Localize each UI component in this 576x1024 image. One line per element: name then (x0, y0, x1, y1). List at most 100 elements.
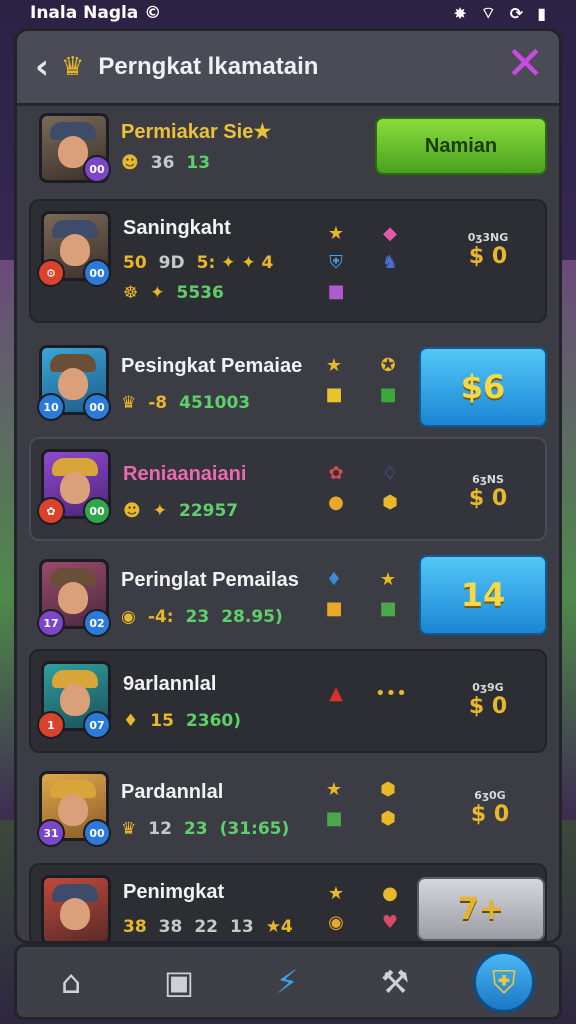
player-stats: ☻ ✦ 22957 (123, 501, 239, 521)
status-bar: Inala Nagla © ✸ ⌔ ⟳ ▮ (0, 0, 576, 26)
list-item[interactable]: 1 07 9arlannlal ♦ 15 2360) ▲ ••• 0ʒ9G $ … (29, 649, 547, 753)
reward-display: 0ʒ3NG $ 0 (467, 231, 509, 269)
coin-icon: ◉ (328, 912, 344, 933)
coin-icon: ● (382, 883, 398, 904)
crown-icon: ♛ (121, 819, 137, 839)
player-name: Penimgkat (123, 881, 225, 903)
reward-display: 6ʒNS $ 0 (468, 473, 508, 511)
gold-box-icon: ■ (325, 598, 343, 619)
close-icon[interactable]: ✕ (503, 40, 547, 87)
back-arrow-icon[interactable]: ‹ (23, 47, 61, 87)
player-stats: ♛ -8 451003 (121, 393, 251, 413)
reward-button[interactable]: 14 (419, 555, 547, 635)
list-item[interactable]: ✿ 00 Reniaanaiani ☻ ✦ 22957 ✿ ♢ ● ⬢ 6ʒNS… (29, 437, 547, 541)
player-stats: ◉ -4: 23 28.95) (121, 607, 283, 627)
rank-badge: 10 (37, 393, 65, 421)
player-stats: ♦ 15 2360) (123, 711, 242, 731)
gold-cube-icon: ⬢ (380, 808, 396, 829)
resource-icons: ♦ ★ ■ ■ (319, 569, 403, 619)
reward-display: 0ʒ9G $ 0 (468, 681, 508, 719)
green-cube-icon: ■ (325, 808, 343, 829)
resource-icons: ★ ◆ ⛨ ♞ ■ (321, 223, 405, 302)
warning-triangle-icon: ▲ (329, 683, 343, 704)
boots-icon: ♞ (381, 252, 399, 273)
level-badge: 00 (83, 819, 111, 847)
player-stats: 50 9D 5: ✦ ✦ 4 (123, 253, 274, 273)
list-item[interactable]: 10 00 Pesingkat Pemaiae ♛ -8 451003 ★ ✪ … (29, 339, 547, 431)
list-item[interactable]: 17 02 Peringlat Pemailas ◉ -4: 23 28.95)… (29, 547, 547, 643)
player-name: Pesingkat Pemaiae (121, 355, 303, 377)
player-stats: ☻ 36 13 (121, 153, 211, 173)
player-name: Reniaanaiani (123, 463, 247, 485)
level-badge: 00 (83, 155, 111, 183)
rank-badge: ✿ (37, 497, 65, 525)
resource-icons: ★ ⬢ ■ ⬢ (319, 779, 403, 829)
list-item[interactable]: 00 Permiakar Sie★ ☻ 36 13 Namian (29, 111, 547, 187)
gold-gem-icon: ⬢ (380, 779, 396, 800)
potion-icon: ♢ (381, 463, 399, 484)
gear-status-icon: ✸ (453, 3, 467, 23)
player-name: Pardannlal (121, 781, 224, 803)
flame-icon: ♦ (123, 711, 139, 731)
star-icon: ✪ (380, 355, 396, 376)
rank-badge: 1 (37, 711, 65, 739)
potion-icon: ♦ (325, 569, 343, 590)
coin-icon: ◉ (121, 607, 136, 627)
gem-icon: ✿ (328, 463, 344, 484)
chest-icon: ■ (327, 281, 345, 302)
heart-icon: ♥ (381, 912, 399, 933)
battery-icon: ▮ (537, 3, 546, 23)
reward-display: 6ʒ0G $ 0 (470, 789, 510, 827)
trophy-icon: ♛ (61, 52, 85, 82)
list-item[interactable]: ⚙ 00 Saningkaht 50 9D 5: ✦ ✦ 4 ☸ ✦ 5536 … (29, 199, 547, 323)
coin-icon: ● (328, 492, 344, 513)
player-name: 9arlannlal (123, 673, 217, 695)
more-dots-icon: ••• (375, 683, 407, 704)
shield-icon[interactable]: ⛨ (473, 951, 535, 1013)
resource-icons: ★ ✪ ■ ■ (319, 355, 403, 405)
status-icons: ✸ ⌔ ⟳ ▮ (453, 3, 546, 23)
resource-icons: ▲ ••• (321, 683, 407, 704)
level-badge: 00 (83, 393, 111, 421)
star-icon: ★ (327, 883, 345, 904)
coin-icon: ☻ (121, 153, 139, 173)
coin-icon: ☻ (123, 501, 141, 521)
shield-icon: ⛨ (329, 252, 343, 273)
avatar (41, 875, 111, 941)
leaderboard-panel: ‹ ♛ Perngkat lkamatain ✕ 00 Permiakar Si… (14, 28, 562, 944)
crown-icon: ♛ (121, 393, 137, 413)
home-icon[interactable]: ⌂ (41, 954, 101, 1010)
gold-gem-icon: ⬢ (382, 492, 398, 513)
claim-button[interactable]: Namian (375, 117, 547, 175)
star-icon: ★ (379, 569, 397, 590)
hammer-icon[interactable]: ⚒ (365, 954, 425, 1010)
reward-button[interactable]: 7+ (417, 877, 545, 941)
page-title: Perngkat lkamatain (98, 53, 319, 80)
resource-icons: ✿ ♢ ● ⬢ (321, 463, 405, 513)
inventory-icon[interactable]: ▣ (149, 954, 209, 1010)
gold-cube-icon: ■ (325, 384, 343, 405)
star-icon: ★ (325, 355, 343, 376)
level-badge: 00 (83, 259, 111, 287)
player-stats-secondary: ☸ ✦ 5536 (123, 283, 224, 303)
panel-header: ‹ ♛ Perngkat lkamatain ✕ (17, 31, 559, 106)
gem-icon: ◆ (383, 223, 397, 244)
player-name: Peringlat Pemailas (121, 569, 299, 591)
sync-icon: ⟳ (509, 3, 524, 23)
level-badge: 07 (83, 711, 111, 739)
player-stats: ♛ 12 23 (31:65) (121, 819, 290, 839)
bottom-nav: ⌂ ▣ ⚡ ⚒ ⛨ (14, 944, 562, 1020)
rank-badge: 17 (37, 609, 65, 637)
green-box-icon: ■ (379, 598, 397, 619)
star-icon: ★ (327, 223, 345, 244)
rank-badge: 31 (37, 819, 65, 847)
star-icon: ★ (325, 779, 343, 800)
player-stats: 38 38 22 13 ★4 (123, 917, 293, 937)
reward-button[interactable]: $6 (419, 347, 547, 427)
level-badge: 00 (83, 497, 111, 525)
bolt-icon[interactable]: ⚡ (257, 954, 317, 1010)
list-item[interactable]: 31 00 Pardannlal ♛ 12 23 (31:65) ★ ⬢ ■ ⬢… (29, 763, 547, 859)
player-name: Saningkaht (123, 217, 231, 239)
level-badge: 02 (83, 609, 111, 637)
list-item[interactable]: Penimgkat 38 38 22 13 ★4 ★ ● ◉ ♥ 7+ (29, 863, 547, 941)
